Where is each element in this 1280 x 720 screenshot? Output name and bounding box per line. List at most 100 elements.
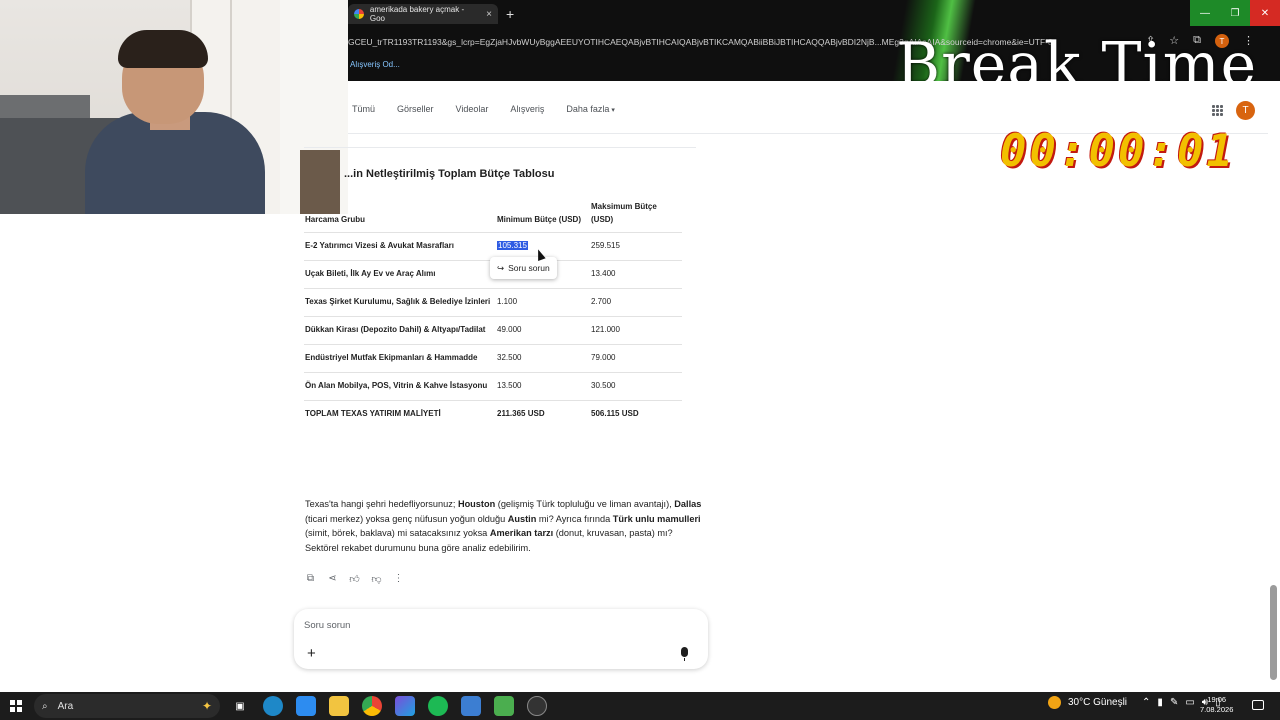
tab-images[interactable]: Görseller [397,104,434,114]
android-app-icon[interactable] [494,696,514,716]
tooltip-label: Soru sorun [508,263,550,273]
taskbar-search-label: Ara [57,700,74,712]
bold-text: Dallas [674,499,702,509]
text: (gelişmiş Türk topluluğu ve liman avanta… [495,499,675,509]
weather-text[interactable]: 30°C Güneşli [1068,697,1127,708]
text: Texas'ta hangi şehri hedefliyorsunuz; [305,499,458,509]
cell-min: 32.500 [496,344,590,373]
tab-more[interactable]: Daha fazla [566,104,615,114]
tab-videos[interactable]: Videolar [456,104,489,114]
tab-shopping[interactable]: Alışveriş [510,104,544,114]
text: mi? Ayrıca fırında [536,513,613,524]
cell-min: 13.500 [496,372,590,401]
pen-icon[interactable]: ✎ [1170,697,1178,708]
cell-total-max: 506.115 USD [591,409,639,418]
microphone-icon[interactable] [681,647,688,661]
cell-total-min: 211.365 USD [497,409,545,418]
bookmark-item[interactable]: Alışveriş Od... [350,60,400,69]
taskbar: ⌕ Ara ✦ ▣ 30°C Güneşli ⌃ ▮ ✎ ▭ 🔊︎ ▯ 19:0… [0,692,1280,720]
plus-icon[interactable]: + [307,645,316,662]
cell-group: Ön Alan Mobilya, POS, Vitrin & Kahve İst… [304,372,496,401]
text: (simit, börek, baklava) mi satacaksınız … [305,528,490,538]
cell-group: Endüstriyel Mutfak Ekipmanları & Hammadd… [304,344,496,373]
search-icon: ⌕ [42,700,48,712]
store-icon[interactable] [296,696,316,716]
tab-title: amerikada bakery açmak - Goo [369,5,465,23]
taskbar-search[interactable]: ⌕ Ara ✦ [34,694,220,718]
taskbar-apps: ▣ [230,696,547,716]
clock-time: 19:06 [1207,695,1227,704]
table-total-row: TOPLAM TEXAS YATIRIM MALİYETİ 211.365 US… [304,401,682,429]
screen: amerikada bakery açmak - Goo × + GCEU_tr… [0,0,1280,720]
maximize-button[interactable]: ❐ [1220,0,1250,26]
tab-all[interactable]: Tümü [352,104,375,114]
notification-icon[interactable] [1252,700,1264,710]
usb-icon[interactable]: ▮ [1157,697,1163,708]
bold-text: Amerikan tarzı [489,528,554,538]
table-header-row: Harcama Grubu Minimum Bütçe (USD) Maksim… [304,196,682,233]
cell-group: Dükkan Kirası (Depozito Dahil) & Altyapı… [304,316,496,345]
break-timer: 00:00:01 [1000,126,1236,177]
column-header-group: Harcama Grubu [304,196,496,233]
more-options-icon[interactable]: ⋮ [393,573,404,585]
windows-start-icon[interactable] [10,700,22,712]
bold-text: Austin [507,513,537,524]
thumbs-down-icon[interactable]: 👎︎ [371,573,382,585]
recorder-icon[interactable] [527,696,547,716]
table-row: Texas Şirket Kurulumu, Sağlık & Belediye… [304,288,682,317]
webcam-overlay [0,0,348,214]
new-tab-button[interactable]: + [506,6,514,22]
cell-min: 49.000 [496,316,590,345]
google-favicon-icon [354,9,364,19]
sun-icon [1048,696,1061,709]
copy-icon[interactable]: ⧉ [305,573,316,585]
close-window-button[interactable]: ✕ [1250,0,1280,26]
cell-max: 79.000 [590,344,682,373]
teams-icon[interactable] [395,696,415,716]
text: (ticari merkez) yoksa genç nüfusun yoğun… [305,513,508,524]
cell-min: 1.100 [496,288,590,317]
file-explorer-icon[interactable] [329,696,349,716]
break-time-overlay-title: Break Time [896,30,1258,81]
network-icon[interactable]: ▭ [1185,697,1194,708]
minimize-button[interactable]: — [1190,0,1220,26]
bold-text: Türk unlu mamulleri [612,513,701,524]
app-icon[interactable] [461,696,481,716]
bold-text: Houston [457,499,496,509]
column-header-min: Minimum Bütçe (USD) [496,196,590,233]
search-highlight-icon: ✦ [201,699,212,713]
thumbs-up-icon[interactable]: 👍︎ [349,573,360,585]
cell-max: 13.400 [590,260,682,289]
cell-group: Texas Şirket Kurulumu, Sağlık & Belediye… [304,288,496,317]
cell-max: 121.000 [590,316,682,345]
scrollbar[interactable] [1270,585,1277,680]
google-account-avatar[interactable]: T [1236,101,1255,120]
ask-input[interactable] [304,617,664,633]
ask-box: + [294,609,708,669]
reply-arrow-icon: ↪ [497,262,505,273]
task-view-icon[interactable]: ▣ [230,696,250,716]
edge-icon[interactable] [263,696,283,716]
selected-text[interactable]: 105.315 [497,241,528,250]
budget-table: Harcama Grubu Minimum Bütçe (USD) Maksim… [304,196,682,428]
content-divider [304,147,696,148]
section-title: ...in Netleştirilmiş Toplam Bütçe Tablos… [344,168,555,180]
cell-max: 2.700 [590,288,682,317]
system-tray: 30°C Güneşli ⌃ ▮ ✎ ▭ 🔊︎ ▯ [1048,696,1221,709]
chevron-up-icon[interactable]: ⌃ [1142,697,1150,708]
cell-total-label: TOPLAM TEXAS YATIRIM MALİYETİ [305,409,441,418]
column-header-max: Maksimum Bütçe (USD) [590,196,682,233]
taskbar-clock[interactable]: 19:06 7.08.2026 [1200,695,1233,715]
cell-group: E-2 Yatırımcı Vizesi & Avukat Masrafları [304,232,496,261]
table-row: Dükkan Kirası (Depozito Dahil) & Altyapı… [304,316,682,345]
tab-close-icon[interactable]: × [486,9,492,20]
google-apps-icon[interactable] [1212,105,1223,116]
ask-tooltip[interactable]: ↪ Soru sorun [490,257,557,279]
chrome-icon[interactable] [362,696,382,716]
browser-tab[interactable]: amerikada bakery açmak - Goo × [348,4,498,24]
spotify-icon[interactable] [428,696,448,716]
share-icon[interactable]: ⋖ [327,573,338,585]
response-actions: ⧉ ⋖ 👍︎ 👎︎ ⋮ [305,573,404,585]
cell-max: 30.500 [590,372,682,401]
clock-date: 7.08.2026 [1200,705,1234,714]
